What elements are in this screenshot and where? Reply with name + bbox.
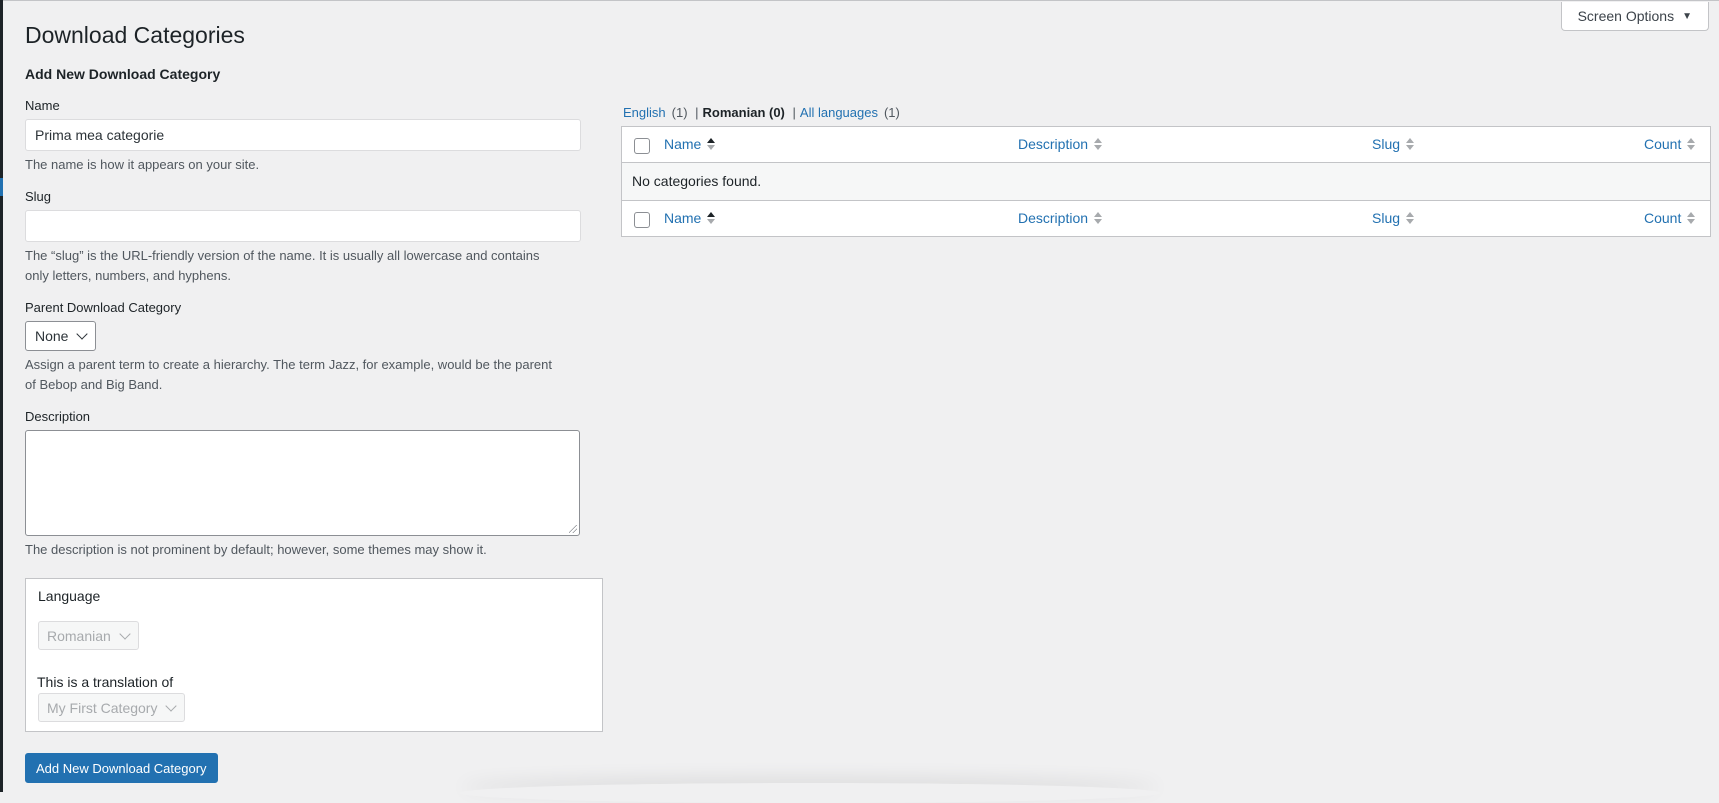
filter-english-count: (1) [671,105,688,120]
filter-separator: | [695,105,699,120]
add-category-button[interactable]: Add New Download Category [25,753,218,783]
add-category-form: Add New Download Category Name Prima mea… [25,66,603,574]
language-select: Romanian [38,621,139,650]
filter-romanian-current: Romanian (0) [702,105,785,120]
sort-icon [707,212,716,224]
sort-icon [1094,212,1103,224]
select-all-checkbox-footer[interactable] [634,212,650,228]
filter-english-link[interactable]: English [623,105,666,120]
admin-bar-divider [3,0,1719,1]
column-header-name[interactable]: Name [664,136,716,152]
column-slug-label: Slug [1372,136,1401,152]
parent-select[interactable]: None [25,321,97,351]
slug-help-line-2: only letters, numbers, and hyphens. [25,268,231,283]
bottom-shadow [460,783,1160,803]
description-help: The description is not prominent by defa… [25,542,487,557]
parent-help-line-1: Assign a parent term to create a hierarc… [25,357,553,372]
table-header-row: Name Description Slug Count [622,127,1710,163]
name-help: The name is how it appears on your site. [25,157,260,172]
parent-label: Parent Download Category [25,300,182,315]
translation-select-value: My First Category [47,699,158,716]
language-metabox: Language Romanian This is a translation … [25,578,603,732]
column-description-label: Description [1018,136,1089,152]
sort-icon [1687,212,1696,224]
column-count-label: Count [1644,136,1682,152]
column-header-count[interactable]: Count [1644,136,1696,152]
sort-icon [1687,138,1696,150]
parent-help: Assign a parent term to create a hierarc… [25,355,603,395]
empty-message: No categories found. [632,173,762,189]
column-name-label: Name [664,136,702,152]
filter-separator: | [792,105,796,120]
description-textarea[interactable] [25,430,580,536]
parent-field-group: Parent Download Category None Assign a p… [25,300,603,395]
parent-help-line-2: of Bebop and Big Band. [25,377,163,392]
sort-icon [1406,138,1415,150]
description-field-group: Description The description is not promi… [25,409,603,560]
translation-select: My First Category [38,693,186,722]
column-footer-description[interactable]: Description [1018,210,1103,226]
table-row: No categories found. [622,163,1710,200]
resize-handle-icon[interactable] [569,525,577,533]
table-footer-row: Name Description Slug Count [622,200,1710,236]
language-label: Language [38,588,101,604]
caret-down-icon: ▼ [1682,10,1692,22]
language-filter: English (1) | Romanian (0) | All languages(… [623,105,900,120]
filter-all-languages-count: (1) [883,105,900,120]
column-footer-count[interactable]: Count [1644,210,1696,226]
slug-label: Slug [25,189,52,204]
admin-menu-edge [0,0,3,792]
column-header-slug[interactable]: Slug [1372,136,1415,152]
column-name-label: Name [664,210,702,226]
column-header-description[interactable]: Description [1018,136,1103,152]
description-label: Description [25,409,91,424]
chevron-down-icon [165,699,178,712]
admin-menu-active-marker [0,178,3,196]
categories-table: Name Description Slug Count No categorie… [621,126,1711,237]
filter-all-languages-link[interactable]: All languages [800,105,878,120]
sort-icon [707,138,716,150]
parent-select-value: None [35,328,69,344]
name-field-group: Name Prima mea categorie The name is how… [25,98,603,175]
column-description-label: Description [1018,210,1089,226]
slug-field-group: Slug The “slug” is the URL-friendly vers… [25,189,603,286]
slug-help: The “slug” is the URL-friendly version o… [25,246,603,286]
screen-options-label: Screen Options [1577,8,1675,24]
translation-label: This is a translation of [37,674,174,690]
chevron-down-icon [119,627,131,640]
page-title: Download Categories [25,22,245,48]
column-footer-slug[interactable]: Slug [1372,210,1415,226]
slug-input[interactable] [25,210,581,242]
column-count-label: Count [1644,210,1682,226]
sort-icon [1094,138,1103,150]
form-heading: Add New Download Category [25,66,221,82]
screen-options-button[interactable]: Screen Options ▼ [1560,2,1709,31]
column-slug-label: Slug [1372,210,1401,226]
sort-icon [1406,212,1415,224]
chevron-down-icon [76,328,89,340]
name-input[interactable]: Prima mea categorie [25,119,581,151]
language-select-value: Romanian [47,627,111,644]
select-all-checkbox[interactable] [634,138,650,154]
slug-help-line-1: The “slug” is the URL-friendly version o… [25,248,540,263]
name-label: Name [25,98,60,113]
column-footer-name[interactable]: Name [664,210,716,226]
